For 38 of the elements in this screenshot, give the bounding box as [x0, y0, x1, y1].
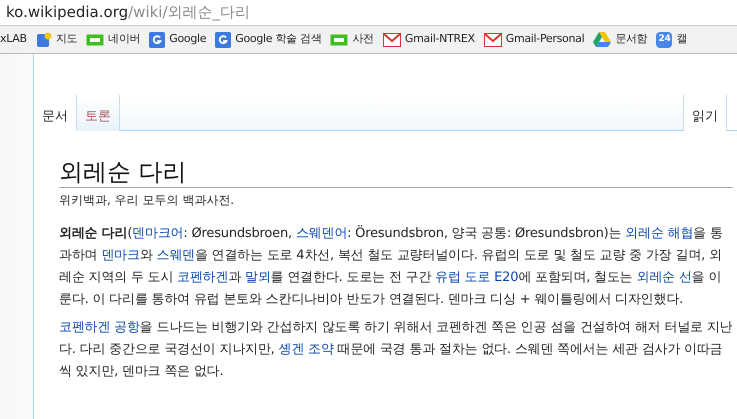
page-tab[interactable]: 토론 — [77, 95, 120, 131]
bookmark-item[interactable]: 네이버 — [86, 31, 140, 48]
page-tagline: 위키백과, 우리 모두의 백과사전. — [59, 192, 236, 209]
bookmark-item[interactable]: 24 캘 — [656, 31, 688, 48]
article-paragraph: 코펜하겐 공항을 드나드는 비행기와 간섭하지 않도록 하기 위해서 코펜하겐 쪽은 인공 섬을 건설하여 해저 터널로 지난다. 다리 중간으로 국경선이 지나지만, 솅겐 조약 때문에 국경 통과 절차는 없다. 스웨덴 쪽에서는 세관 검사가 이따금씩 있지만, 덴마크 쪽은 없다. — [59, 319, 733, 381]
bookmark-item[interactable]: Google — [149, 31, 206, 48]
article-link[interactable]: 코펜하겐 공항 — [59, 320, 140, 335]
article-link[interactable]: 말뫼 — [245, 270, 271, 285]
triangle-drive-icon — [593, 32, 612, 48]
bookmark-item[interactable]: 사전 — [330, 31, 374, 48]
url-path: /wiki/외레순_다리 — [128, 2, 250, 24]
article-link[interactable]: 스웨덴 — [156, 248, 195, 263]
bookmark-item[interactable]: 지도 — [36, 31, 78, 48]
bookmark-item[interactable]: 문서함 — [593, 31, 648, 48]
article-link[interactable]: 외레순 선 — [636, 270, 692, 285]
url-domain: ko.wikipedia.org — [6, 2, 128, 24]
bookmark-item[interactable]: xLAB — [0, 31, 27, 48]
page-tab[interactable]: 문서 — [34, 95, 77, 131]
calendar-icon: 24 — [656, 32, 672, 48]
article-link[interactable]: 스웨덴어 — [296, 226, 348, 241]
article-link[interactable]: 외레순 해협 — [625, 226, 694, 241]
g-logo-icon — [215, 32, 232, 48]
bookmark-item[interactable]: Gmail-Personal — [484, 31, 584, 48]
article-link[interactable]: 코펜하겐 — [177, 270, 228, 285]
page-tab[interactable]: 읽기 — [684, 95, 727, 131]
envelope-icon — [484, 32, 502, 46]
article-link[interactable]: 솅겐 조약 — [278, 342, 334, 357]
bookmark-site-icon — [330, 34, 348, 46]
page-heading: 외레순 다리 — [59, 157, 733, 188]
article-link[interactable]: 덴마크어 — [132, 226, 184, 241]
article-link[interactable]: 유럽 도로 E20 — [435, 270, 518, 285]
article-paragraph: 외레순 다리(덴마크어: Øresundsbroen, 스웨덴어: Öresundsbron, 양국 공통: Øresundsbron)는 외레순 해협을 통과하며 덴마크와 스웨덴을 연결하는 도로 4차선, 복선 철도 교량터널이다. 유럽의 도로 및 철도 교량 중 가장 길며, 외레순 지역의 두 도시 코펜하겐과 말뫼를 연결한다. 도로는 전 구간 유럽 도로 E20에 포함되며, 철도는 외레순 선을 이룬다. 이 다리를 통하여 유럽 본토와 스칸디나비아 반도가 연결된다. 덴마크 디싱 + 웨이틀링에서 디자인했다. — [59, 224, 724, 309]
bookmark-site-icon — [86, 34, 104, 46]
bookmark-item[interactable]: Google 학술 검색 — [215, 31, 322, 48]
envelope-icon — [382, 32, 401, 46]
article-link[interactable]: 덴마크 — [101, 248, 140, 263]
g-logo-icon — [149, 32, 166, 48]
bookmark-item[interactable]: Gmail-NTREX — [382, 31, 475, 48]
